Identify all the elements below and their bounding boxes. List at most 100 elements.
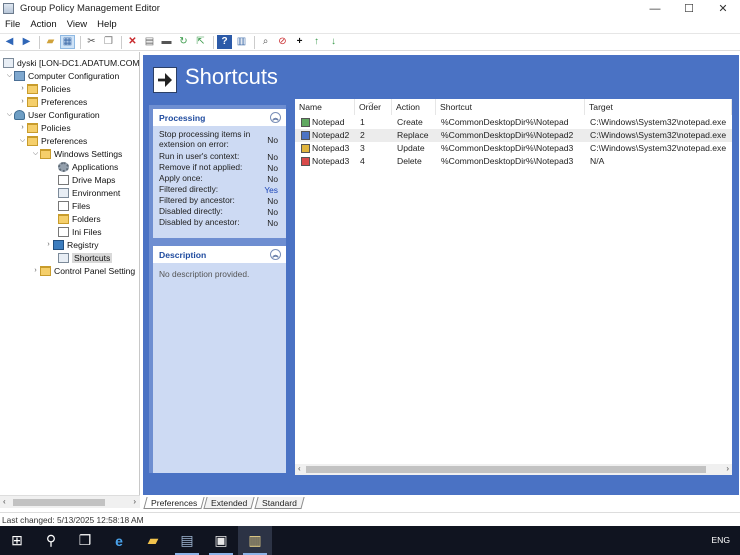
refresh-icon[interactable]: ↻ xyxy=(176,35,191,49)
forward-arrow-icon[interactable]: ▶ xyxy=(19,35,34,49)
tab-extended[interactable]: Extended xyxy=(203,497,256,509)
back-arrow-icon[interactable]: ◀ xyxy=(2,35,17,49)
file-explorer-icon[interactable]: ▰ xyxy=(136,526,170,555)
maximize-button[interactable]: ☐ xyxy=(672,0,706,17)
menu-file[interactable]: File xyxy=(0,19,25,30)
task-view-icon[interactable]: ❐ xyxy=(68,526,102,555)
tree-ini-files[interactable]: Ini Files xyxy=(49,225,102,238)
chevron-down-icon[interactable]: ⌵ xyxy=(5,111,14,119)
tree-uc-preferences[interactable]: ⌵ Preferences xyxy=(18,134,87,147)
replace-icon xyxy=(301,131,310,140)
tree-registry[interactable]: › Registry xyxy=(44,238,99,251)
tree-uc-policies[interactable]: › Policies xyxy=(18,121,71,134)
move-up-icon[interactable]: ↑ xyxy=(309,35,324,49)
table-row[interactable]: Notepad 1 Create %CommonDesktopDir%\Note… xyxy=(295,116,732,129)
cut-icon[interactable]: ✂ xyxy=(84,35,99,49)
tree-cc-policies[interactable]: › Policies xyxy=(18,82,71,95)
create-icon xyxy=(301,118,310,127)
tab-preferences[interactable]: Preferences xyxy=(143,497,205,509)
computer-icon xyxy=(14,70,25,81)
toolbar-separator xyxy=(121,35,122,49)
show-hide-tree-icon[interactable]: ▦ xyxy=(60,35,75,49)
export-list-icon[interactable]: ⇱ xyxy=(193,35,208,49)
toolbar-separator xyxy=(39,35,40,49)
tree-environment[interactable]: Environment xyxy=(49,186,120,199)
help-icon[interactable]: ? xyxy=(217,35,232,49)
menu-help[interactable]: Help xyxy=(92,19,122,30)
tree-cc-preferences[interactable]: › Preferences xyxy=(18,95,87,108)
table-row[interactable]: Notepad2 2 Replace %CommonDesktopDir%\No… xyxy=(295,129,732,142)
delete-icon xyxy=(301,157,310,166)
group-policy-management-icon[interactable]: ▣ xyxy=(204,526,238,555)
stop-icon[interactable]: ⊘ xyxy=(275,35,290,49)
tree-drive-maps[interactable]: Drive Maps xyxy=(49,173,115,186)
column-header-name[interactable]: Name xyxy=(295,99,355,115)
scroll-right-icon[interactable]: › xyxy=(726,464,729,473)
up-folder-icon[interactable]: ▰ xyxy=(43,35,58,49)
files-icon xyxy=(58,200,69,211)
tree-files[interactable]: Files xyxy=(49,199,90,212)
column-header-shortcut[interactable]: Shortcut xyxy=(436,99,585,115)
tree-applications[interactable]: Applications xyxy=(49,160,118,173)
column-header-target[interactable]: Target xyxy=(585,99,732,115)
column-header-action[interactable]: Action xyxy=(392,99,436,115)
menu-view[interactable]: View xyxy=(62,19,92,30)
collapse-icon[interactable]: ︽ xyxy=(270,249,281,260)
copy-icon[interactable]: ❐ xyxy=(101,35,116,49)
tab-standard[interactable]: Standard xyxy=(254,497,305,509)
scroll-left-icon[interactable]: ‹ xyxy=(3,497,6,506)
shortcuts-list: Name Order ︿ Action Shortcut Target Note… xyxy=(295,99,732,475)
chevron-right-icon[interactable]: › xyxy=(18,85,27,92)
add-icon[interactable]: + xyxy=(292,35,307,49)
description-header[interactable]: Description ︽ xyxy=(153,246,286,263)
collapse-icon[interactable]: ︽ xyxy=(270,112,281,123)
tree-computer-configuration[interactable]: ⌵ Computer Configuration xyxy=(5,69,119,82)
start-icon[interactable]: ⊞ xyxy=(0,526,34,555)
tree-shortcuts[interactable]: Shortcuts xyxy=(49,251,113,264)
close-button[interactable]: ✕ xyxy=(706,0,740,17)
processing-header[interactable]: Processing ︽ xyxy=(153,109,286,126)
scrollbar-thumb[interactable] xyxy=(306,466,706,473)
processing-row: Filtered by ancestor: No xyxy=(159,195,278,206)
properties-icon[interactable]: ▤ xyxy=(142,35,157,49)
chevron-right-icon[interactable]: › xyxy=(18,124,27,131)
title-bar: Group Policy Management Editor — ☐ ✕ xyxy=(0,0,740,17)
chevron-down-icon[interactable]: ⌵ xyxy=(31,150,40,158)
print-icon[interactable]: ▬ xyxy=(159,35,174,49)
chevron-right-icon[interactable]: › xyxy=(18,98,27,105)
tree-control-panel-settings[interactable]: › Control Panel Setting xyxy=(31,264,135,277)
chevron-down-icon[interactable]: ⌵ xyxy=(18,137,27,145)
toolbar-separator xyxy=(213,35,214,49)
list-horizontal-scrollbar[interactable]: ‹ › xyxy=(295,464,732,475)
chevron-right-icon[interactable]: › xyxy=(44,241,53,248)
tree-folders[interactable]: Folders xyxy=(49,212,101,225)
server-manager-icon[interactable]: ▤ xyxy=(170,526,204,555)
app-icon xyxy=(3,3,14,14)
tree-root[interactable]: dyski [LON-DC1.ADATUM.COM xyxy=(3,56,139,69)
table-row[interactable]: Notepad3 4 Delete %CommonDesktopDir%\Not… xyxy=(295,155,732,168)
language-indicator[interactable]: ENG xyxy=(711,535,730,545)
internet-explorer-icon[interactable]: e xyxy=(102,526,136,555)
scroll-right-icon[interactable]: › xyxy=(133,497,136,506)
group-policy-editor-icon[interactable]: ▥ xyxy=(238,526,272,555)
folder-icon xyxy=(27,83,38,94)
folder-icon xyxy=(27,96,38,107)
delete-icon[interactable]: ✕ xyxy=(125,35,140,49)
show-action-pane-icon[interactable]: ▥ xyxy=(234,35,249,49)
filter-icon[interactable]: ⌕ xyxy=(258,35,273,49)
scroll-left-icon[interactable]: ‹ xyxy=(298,464,301,473)
tree-user-configuration[interactable]: ⌵ User Configuration xyxy=(5,108,100,121)
menu-action[interactable]: Action xyxy=(25,19,61,30)
tree-windows-settings[interactable]: ⌵ Windows Settings xyxy=(31,147,122,160)
chevron-right-icon[interactable]: › xyxy=(31,267,40,274)
table-row[interactable]: Notepad3 3 Update %CommonDesktopDir%\Not… xyxy=(295,142,732,155)
move-down-icon[interactable]: ↓ xyxy=(326,35,341,49)
gpo-icon xyxy=(3,57,14,68)
chevron-down-icon[interactable]: ⌵ xyxy=(5,72,14,80)
minimize-button[interactable]: — xyxy=(638,0,672,17)
search-icon[interactable]: ⚲ xyxy=(34,526,68,555)
processing-title: Processing xyxy=(159,112,206,123)
tree-horizontal-scrollbar[interactable]: ‹ › xyxy=(0,495,140,508)
processing-row: Filtered directly: Yes xyxy=(159,184,278,195)
scrollbar-thumb[interactable] xyxy=(13,499,105,506)
